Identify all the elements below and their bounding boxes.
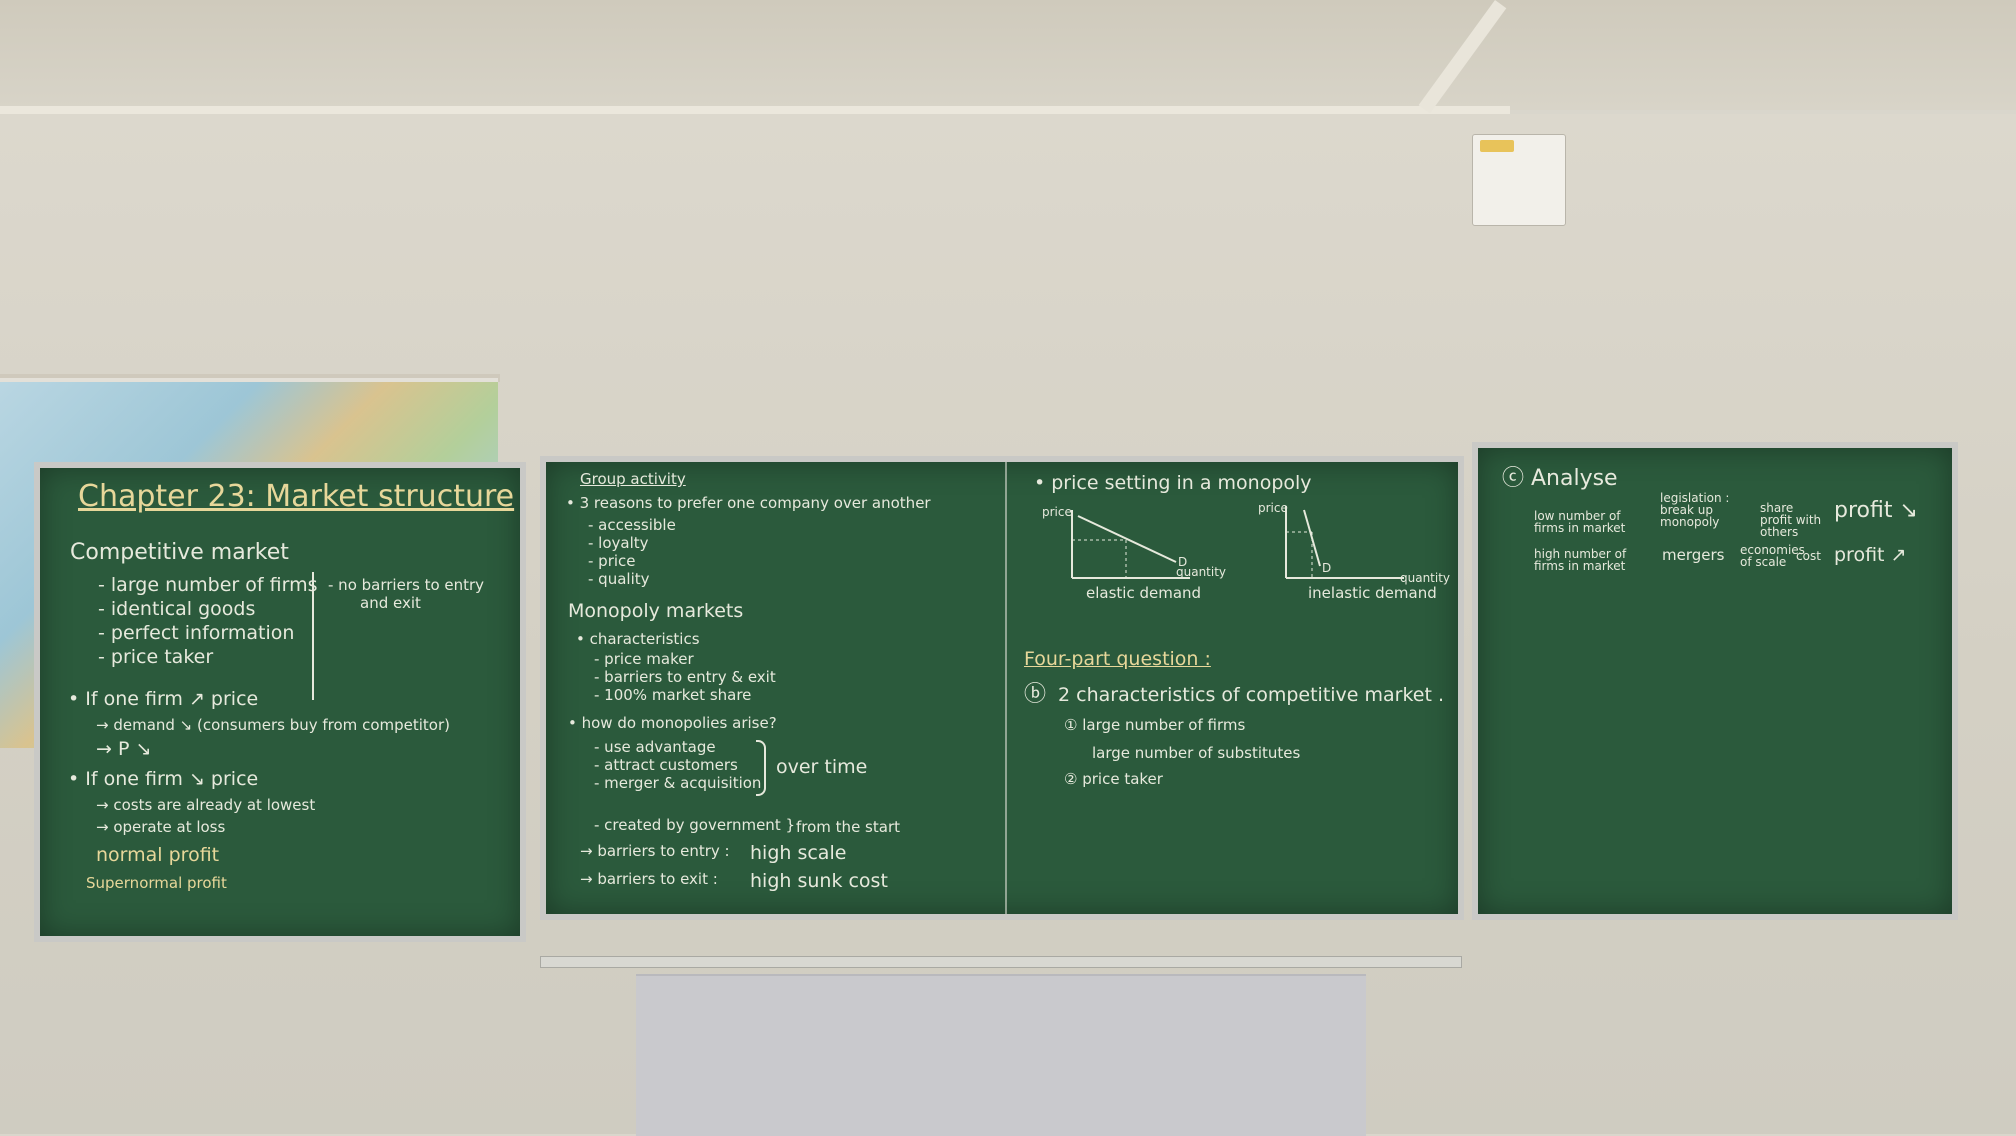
center-chalkboard: Group activity • 3 reasons to prefer one… xyxy=(540,456,1464,920)
low-firms-label: low number of firms in market xyxy=(1534,509,1626,535)
competitive-item: - identical goods xyxy=(98,598,256,620)
right-chalkboard: ⓒ Analyse low number of firms in market … xyxy=(1472,442,1958,920)
profit-up-label: profit ↗ xyxy=(1834,544,1907,566)
characteristic-one-sub: large number of substitutes xyxy=(1092,744,1301,762)
cost-label: cost xyxy=(1796,549,1821,563)
reason-item: - quality xyxy=(588,570,650,588)
legislation-label: legislation : break up monopoly xyxy=(1660,491,1730,529)
characteristic-item: - 100% market share xyxy=(594,686,752,704)
characteristic-item: - barriers to entry & exit xyxy=(594,668,776,686)
chalk-divider xyxy=(312,572,314,700)
chalk-tray xyxy=(540,956,1462,968)
four-part-question: Four-part question : xyxy=(1024,648,1211,670)
arise-item: - use advantage xyxy=(594,738,716,756)
reason-item: - loyalty xyxy=(588,534,649,552)
price-setting-heading: • price setting in a monopoly xyxy=(1034,472,1312,494)
analyse-heading: ⓒ Analyse xyxy=(1502,466,1618,491)
p-down-note: → P ↘ xyxy=(96,738,152,760)
how-arise-heading: • how do monopolies arise? xyxy=(568,714,777,732)
competitive-item: - perfect information xyxy=(98,622,295,644)
entry-barrier-note: → barriers to entry : xyxy=(580,842,730,860)
supernormal-profit: Supernormal profit xyxy=(86,874,227,892)
graph-price-label: price xyxy=(1042,505,1072,519)
arise-item: - merger & acquisition xyxy=(594,774,762,792)
part-b-label: ⓑ xyxy=(1024,682,1047,707)
reasons-heading: • 3 reasons to prefer one company over a… xyxy=(566,494,931,512)
high-firms-label: high number of firms in market xyxy=(1534,547,1627,573)
graph-quantity-label: quantity xyxy=(1400,571,1451,585)
competitive-item: - price taker xyxy=(98,646,214,668)
arise-item: - attract customers xyxy=(594,756,738,774)
mergers-label: mergers xyxy=(1662,546,1725,564)
graph-demand-label: D xyxy=(1322,561,1332,575)
characteristic-item: - price maker xyxy=(594,650,694,668)
two-characteristics: 2 characteristics of competitive market … xyxy=(1058,684,1445,706)
from-start-note: from the start xyxy=(796,818,900,836)
price-up-note: • If one firm ↗ price xyxy=(68,688,259,710)
group-activity: Group activity xyxy=(580,470,686,488)
left-chalkboard: Chapter 23: Market structure Competitive… xyxy=(34,462,526,942)
monopoly-heading: Monopoly markets xyxy=(568,600,744,622)
loss-note: → operate at loss xyxy=(96,818,226,836)
government-note: - created by government } xyxy=(594,816,796,834)
sunk-cost-note: high sunk cost xyxy=(750,870,888,892)
chapter-title: Chapter 23: Market structure xyxy=(78,479,515,514)
barriers-note: - no barriers to entry xyxy=(328,576,485,594)
reason-item: - accessible xyxy=(588,516,676,534)
economies-label: economies of scale xyxy=(1740,543,1805,569)
over-time-note: over time xyxy=(776,756,868,778)
reason-item: - price xyxy=(588,552,636,570)
exit-barrier-note: → barriers to exit : xyxy=(580,870,718,888)
barriers-note: and exit xyxy=(360,594,421,612)
costs-note: → costs are already at lowest xyxy=(96,796,316,814)
ceiling xyxy=(0,0,2016,110)
characteristic-one: ① large number of firms xyxy=(1064,716,1246,734)
elastic-demand-caption: elastic demand xyxy=(1086,584,1202,602)
inelastic-demand-caption: inelastic demand xyxy=(1308,584,1437,602)
high-scale-note: high scale xyxy=(750,842,847,864)
price-down-note: • If one firm ↘ price xyxy=(68,768,259,790)
graph-price-label: price xyxy=(1258,501,1288,515)
competitive-item: - large number of firms xyxy=(98,574,318,596)
chalk-brace xyxy=(756,740,766,796)
characteristics-heading: • characteristics xyxy=(576,630,700,648)
share-profit-label: share profit with others xyxy=(1760,501,1822,539)
competitive-heading: Competitive market xyxy=(70,540,289,565)
projector-screen xyxy=(636,974,1366,1136)
characteristic-two: ② price taker xyxy=(1064,770,1163,788)
board-divider-line xyxy=(1005,462,1007,914)
graph-demand-label: D xyxy=(1178,555,1188,569)
demand-down-note: → demand ↘ (consumers buy from competito… xyxy=(96,716,450,734)
normal-profit: normal profit xyxy=(96,844,220,866)
profit-down-label: profit ↘ xyxy=(1834,498,1918,523)
sensor-label xyxy=(1480,140,1514,152)
